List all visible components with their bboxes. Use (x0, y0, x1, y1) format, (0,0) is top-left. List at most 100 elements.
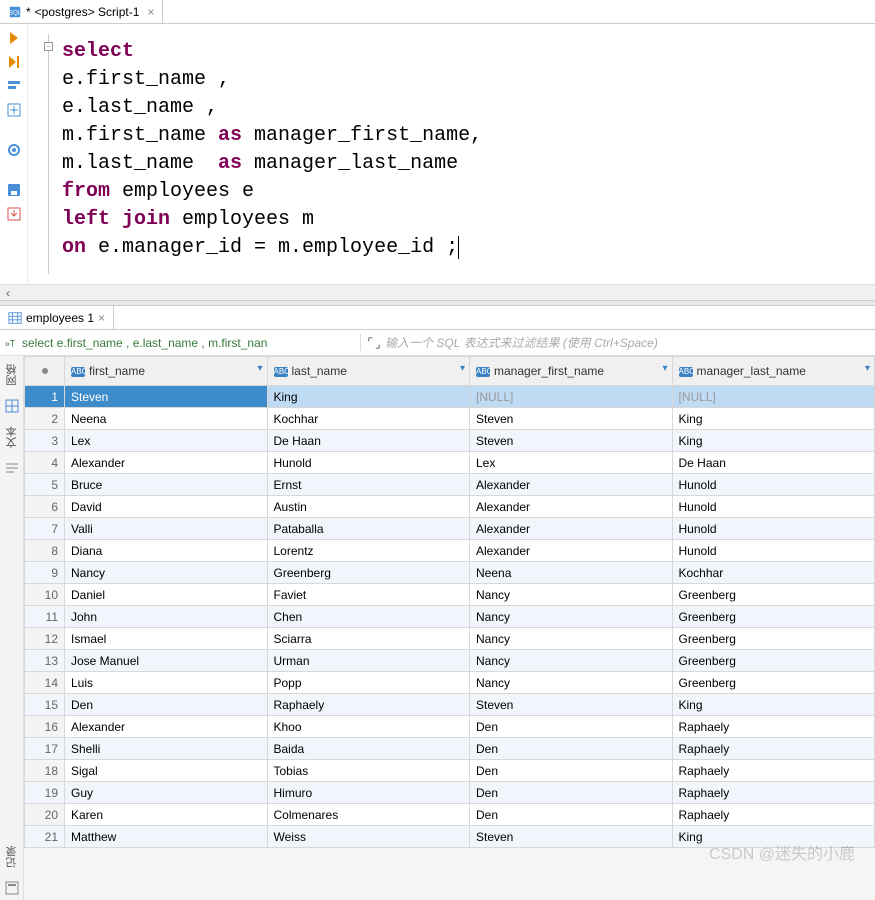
cell[interactable]: Raphaely (672, 716, 875, 738)
cell[interactable]: Raphaely (672, 738, 875, 760)
execute-script-icon[interactable] (6, 54, 22, 70)
load-icon[interactable] (6, 206, 22, 222)
row-number[interactable]: 10 (25, 584, 65, 606)
cell[interactable]: Guy (65, 782, 268, 804)
table-row[interactable]: 6DavidAustinAlexanderHunold (25, 496, 875, 518)
cell[interactable]: Tobias (267, 760, 470, 782)
cell[interactable]: Greenberg (672, 628, 875, 650)
text-view-icon[interactable] (4, 460, 20, 476)
cell[interactable]: Urman (267, 650, 470, 672)
table-row[interactable]: 20KarenColmenaresDenRaphaely (25, 804, 875, 826)
cell[interactable]: King (267, 386, 470, 408)
table-row[interactable]: 5BruceErnstAlexanderHunold (25, 474, 875, 496)
row-number[interactable]: 2 (25, 408, 65, 430)
table-row[interactable]: 18SigalTobiasDenRaphaely (25, 760, 875, 782)
close-icon[interactable]: × (147, 5, 154, 19)
row-number[interactable]: 21 (25, 826, 65, 848)
cell[interactable]: Steven (470, 430, 673, 452)
column-header-first_name[interactable]: ABCfirst_name▾ (65, 357, 268, 386)
execute-icon[interactable] (6, 30, 22, 46)
record-view-icon[interactable] (4, 880, 20, 896)
grid-view-icon[interactable] (4, 398, 20, 414)
cell[interactable]: Valli (65, 518, 268, 540)
cell[interactable]: Khoo (267, 716, 470, 738)
close-icon[interactable]: × (98, 311, 105, 325)
table-row[interactable]: 10DanielFavietNancyGreenberg (25, 584, 875, 606)
cell[interactable]: Hunold (672, 474, 875, 496)
row-number[interactable]: 3 (25, 430, 65, 452)
cell[interactable]: Ernst (267, 474, 470, 496)
cell[interactable]: Popp (267, 672, 470, 694)
row-number[interactable]: 11 (25, 606, 65, 628)
cell[interactable]: Greenberg (672, 606, 875, 628)
cell[interactable]: Faviet (267, 584, 470, 606)
cell[interactable]: De Haan (672, 452, 875, 474)
cell[interactable]: Kochhar (672, 562, 875, 584)
cell[interactable]: Matthew (65, 826, 268, 848)
cell[interactable]: Nancy (470, 628, 673, 650)
row-number[interactable]: 13 (25, 650, 65, 672)
cell[interactable]: Alexander (65, 452, 268, 474)
cell[interactable]: Den (470, 760, 673, 782)
cell[interactable]: Ismael (65, 628, 268, 650)
cell[interactable]: Alexander (470, 496, 673, 518)
cell[interactable]: Sigal (65, 760, 268, 782)
editor-tab-script-1[interactable]: SQL *<postgres> Script-1 × (0, 0, 163, 23)
cell[interactable]: Steven (65, 386, 268, 408)
cell[interactable]: Raphaely (672, 760, 875, 782)
row-number[interactable]: 14 (25, 672, 65, 694)
cell[interactable]: Lex (65, 430, 268, 452)
side-tab-record[interactable]: 记录 (2, 838, 22, 876)
cell[interactable]: [NULL] (672, 386, 875, 408)
cell[interactable]: Den (470, 804, 673, 826)
column-header-manager_first_name[interactable]: ABCmanager_first_name▾ (470, 357, 673, 386)
cell[interactable]: Steven (470, 408, 673, 430)
table-row[interactable]: 1StevenKing[NULL][NULL] (25, 386, 875, 408)
cell[interactable]: Den (470, 716, 673, 738)
row-number[interactable]: 20 (25, 804, 65, 826)
cell[interactable]: Karen (65, 804, 268, 826)
cell[interactable]: Jose Manuel (65, 650, 268, 672)
table-row[interactable]: 2NeenaKochharStevenKing (25, 408, 875, 430)
row-number[interactable]: 1 (25, 386, 65, 408)
column-menu-icon[interactable]: ▾ (460, 363, 465, 374)
cell[interactable]: Austin (267, 496, 470, 518)
row-number[interactable]: 8 (25, 540, 65, 562)
table-row[interactable]: 13Jose ManuelUrmanNancyGreenberg (25, 650, 875, 672)
executed-sql-snippet[interactable]: »T select e.first_name , e.last_name , m… (0, 336, 360, 350)
cell[interactable]: Den (470, 782, 673, 804)
save-icon[interactable] (6, 182, 22, 198)
cell[interactable]: Steven (470, 694, 673, 716)
scroll-left-icon[interactable]: ‹ (0, 285, 16, 301)
cell[interactable]: Hunold (672, 518, 875, 540)
table-row[interactable]: 9NancyGreenbergNeenaKochhar (25, 562, 875, 584)
filter-input[interactable]: 输入一个 SQL 表达式来过滤结果 (使用 Ctrl+Space) (360, 334, 875, 351)
table-row[interactable]: 16AlexanderKhooDenRaphaely (25, 716, 875, 738)
cell[interactable]: Nancy (65, 562, 268, 584)
explain-icon[interactable] (6, 78, 22, 94)
cell[interactable]: Hunold (672, 540, 875, 562)
cell[interactable]: Baida (267, 738, 470, 760)
cell[interactable]: Alexander (470, 474, 673, 496)
editor-hscroll[interactable]: ‹ (0, 284, 875, 300)
column-header-manager_last_name[interactable]: ABCmanager_last_name▾ (672, 357, 875, 386)
cell[interactable]: Alexander (470, 518, 673, 540)
cell[interactable]: King (672, 826, 875, 848)
column-menu-icon[interactable]: ▾ (662, 363, 667, 374)
row-number[interactable]: 16 (25, 716, 65, 738)
cell[interactable]: King (672, 430, 875, 452)
cell[interactable]: [NULL] (470, 386, 673, 408)
table-row[interactable]: 17ShelliBaidaDenRaphaely (25, 738, 875, 760)
cell[interactable]: Greenberg (672, 650, 875, 672)
column-menu-icon[interactable]: ▾ (865, 363, 870, 374)
cell[interactable]: Alexander (65, 716, 268, 738)
table-row[interactable]: 12IsmaelSciarraNancyGreenberg (25, 628, 875, 650)
cell[interactable]: Den (470, 738, 673, 760)
cell[interactable]: Kochhar (267, 408, 470, 430)
cell[interactable]: Luis (65, 672, 268, 694)
row-number[interactable]: 19 (25, 782, 65, 804)
cell[interactable]: John (65, 606, 268, 628)
cell[interactable]: Diana (65, 540, 268, 562)
row-number[interactable]: 12 (25, 628, 65, 650)
expand-icon[interactable] (367, 336, 381, 350)
